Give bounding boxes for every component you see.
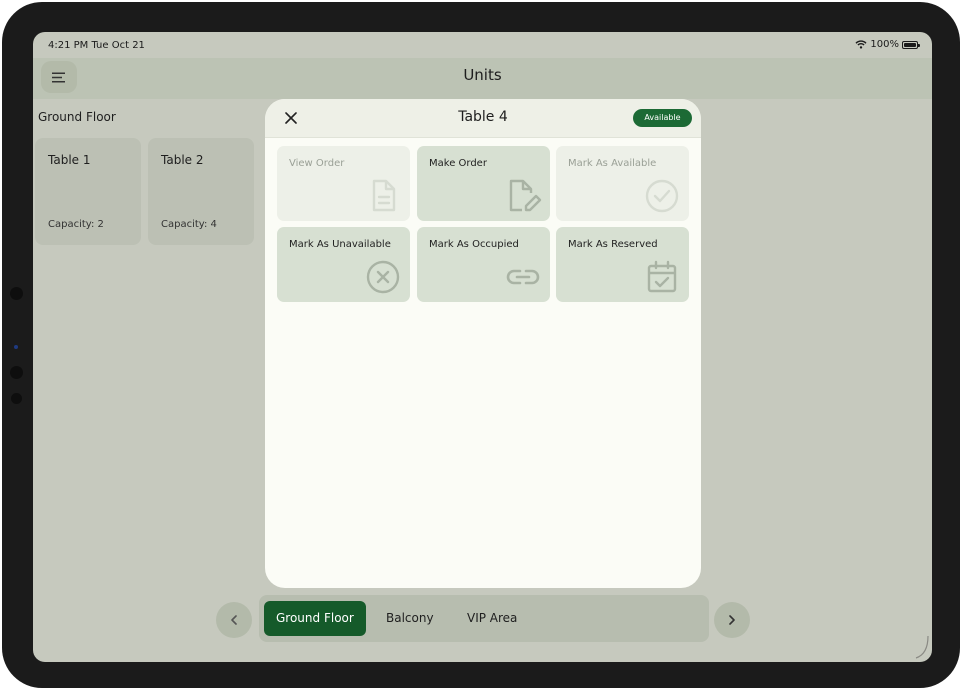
status-bar: 4:21 PM Tue Oct 21 100% <box>33 32 932 58</box>
device-side-button <box>11 393 22 404</box>
table-card[interactable]: Table 1 Capacity: 2 <box>35 138 141 245</box>
device-side-button <box>10 366 23 379</box>
page-title: Units <box>463 66 502 84</box>
action-label: Mark As Occupied <box>429 239 519 250</box>
corner-grabber-icon <box>915 635 929 659</box>
view-order-button[interactable]: View Order <box>277 146 410 221</box>
tab-ground-floor[interactable]: Ground Floor <box>264 601 366 636</box>
next-floor-button[interactable] <box>714 602 750 638</box>
floor-section-label: Ground Floor <box>38 110 116 124</box>
status-time: 4:21 PM Tue Oct 21 <box>48 40 145 51</box>
tab-balcony[interactable]: Balcony <box>374 601 446 636</box>
camera-dot <box>14 345 18 349</box>
mark-as-available-button[interactable]: Mark As Available <box>556 146 689 221</box>
device-side-button <box>10 287 23 300</box>
prev-floor-button[interactable] <box>216 602 252 638</box>
action-label: View Order <box>289 158 345 169</box>
status-badge: Available <box>633 109 692 127</box>
link-icon <box>506 269 540 285</box>
table-actions-modal: Table 4 Available View Order Make Order <box>265 99 701 588</box>
make-order-button[interactable]: Make Order <box>417 146 550 221</box>
tab-vip-area[interactable]: VIP Area <box>455 601 529 636</box>
modal-header: Table 4 Available <box>265 99 701 138</box>
mark-as-unavailable-button[interactable]: Mark As Unavailable <box>277 227 410 302</box>
action-label: Mark As Reserved <box>568 239 658 250</box>
edit-document-icon <box>509 179 542 212</box>
tablet-device-frame: 4:21 PM Tue Oct 21 100% Units Ground Flo… <box>2 2 960 688</box>
mark-as-reserved-button[interactable]: Mark As Reserved <box>556 227 689 302</box>
check-circle-icon <box>645 179 679 213</box>
battery-icon <box>902 40 920 49</box>
wifi-icon <box>855 40 867 49</box>
document-icon <box>372 179 396 212</box>
x-circle-icon <box>366 260 400 294</box>
table-capacity: Capacity: 4 <box>161 219 217 230</box>
action-label: Mark As Unavailable <box>289 239 391 250</box>
status-indicators: 100% <box>855 39 920 50</box>
battery-percent: 100% <box>870 39 899 50</box>
app-header: Units <box>33 58 932 99</box>
chevron-left-icon <box>231 615 237 625</box>
table-name: Table 2 <box>161 153 204 167</box>
floor-tabs: Ground Floor Balcony VIP Area <box>259 595 709 642</box>
action-label: Make Order <box>429 158 487 169</box>
table-card[interactable]: Table 2 Capacity: 4 <box>148 138 254 245</box>
table-capacity: Capacity: 2 <box>48 219 104 230</box>
screen: 4:21 PM Tue Oct 21 100% Units Ground Flo… <box>33 32 932 662</box>
mark-as-occupied-button[interactable]: Mark As Occupied <box>417 227 550 302</box>
table-name: Table 1 <box>48 153 91 167</box>
chevron-right-icon <box>729 615 735 625</box>
action-label: Mark As Available <box>568 158 657 169</box>
calendar-check-icon <box>647 260 677 293</box>
